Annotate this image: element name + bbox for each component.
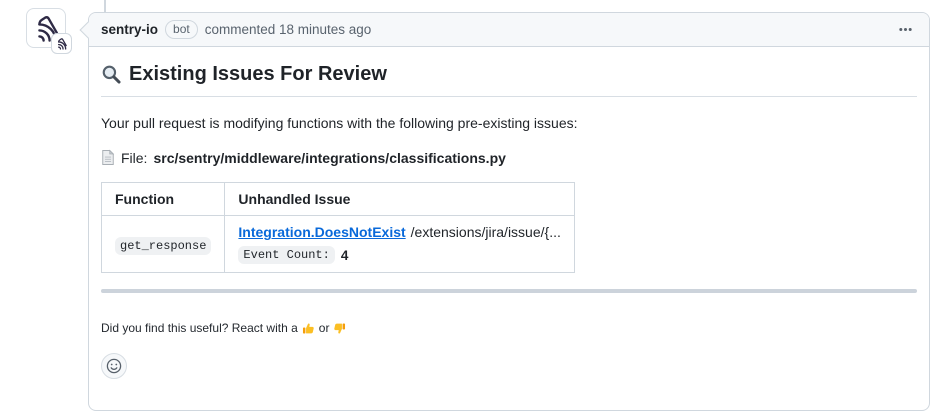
issue-link[interactable]: Integration.DoesNotExist (238, 224, 405, 240)
comment-header: sentry-io bot commented 18 minutes ago (89, 13, 929, 47)
comment-card: sentry-io bot commented 18 minutes ago (88, 12, 930, 411)
file-path: src/sentry/middleware/integrations/class… (153, 150, 505, 166)
thumbs-down-icon (333, 322, 346, 335)
event-count-label: Event Count: (238, 246, 334, 264)
feedback-or: or (319, 321, 330, 335)
intro-text: Your pull request is modifying functions… (101, 113, 917, 133)
bot-badge: bot (165, 20, 198, 39)
issue-cell: Integration.DoesNotExist /extensions/jir… (225, 216, 574, 273)
table-header-row: Function Unhandled Issue (102, 183, 575, 216)
add-reaction-button[interactable] (101, 353, 127, 379)
divider (101, 289, 917, 293)
avatar-bot-badge (51, 33, 72, 54)
sentry-logo-icon (55, 37, 68, 50)
smiley-icon (106, 358, 122, 374)
kebab-icon (898, 22, 913, 37)
avatar[interactable] (26, 8, 66, 48)
file-label: File: (121, 150, 147, 166)
page-icon (101, 149, 115, 166)
thumbs-up-icon (302, 322, 315, 335)
issue-path: /extensions/jira/issue/{... (411, 224, 561, 240)
feedback-text: Did you find this useful? React with a o… (101, 321, 917, 335)
function-cell: get_response (102, 216, 225, 273)
author-link[interactable]: sentry-io (101, 22, 158, 37)
comment-title-text: Existing Issues For Review (129, 63, 387, 86)
th-function: Function (102, 183, 225, 216)
issues-table: Function Unhandled Issue get_response In… (101, 182, 575, 273)
timestamp-link[interactable]: commented 18 minutes ago (205, 22, 372, 37)
file-line: File: src/sentry/middleware/integrations… (101, 149, 917, 166)
comment-title: Existing Issues For Review (101, 63, 917, 97)
event-count-value: 4 (341, 248, 349, 263)
table-row: get_response Integration.DoesNotExist /e… (102, 216, 575, 273)
comment-caret (80, 22, 97, 39)
th-unhandled-issue: Unhandled Issue (225, 183, 574, 216)
comment-body: Existing Issues For Review Your pull req… (89, 47, 929, 395)
magnifying-glass-icon (101, 64, 122, 85)
page: sentry-io bot commented 18 minutes ago (0, 0, 937, 418)
kebab-menu-button[interactable] (894, 18, 917, 41)
function-name-code: get_response (115, 237, 211, 255)
feedback-prefix: Did you find this useful? React with a (101, 321, 298, 335)
